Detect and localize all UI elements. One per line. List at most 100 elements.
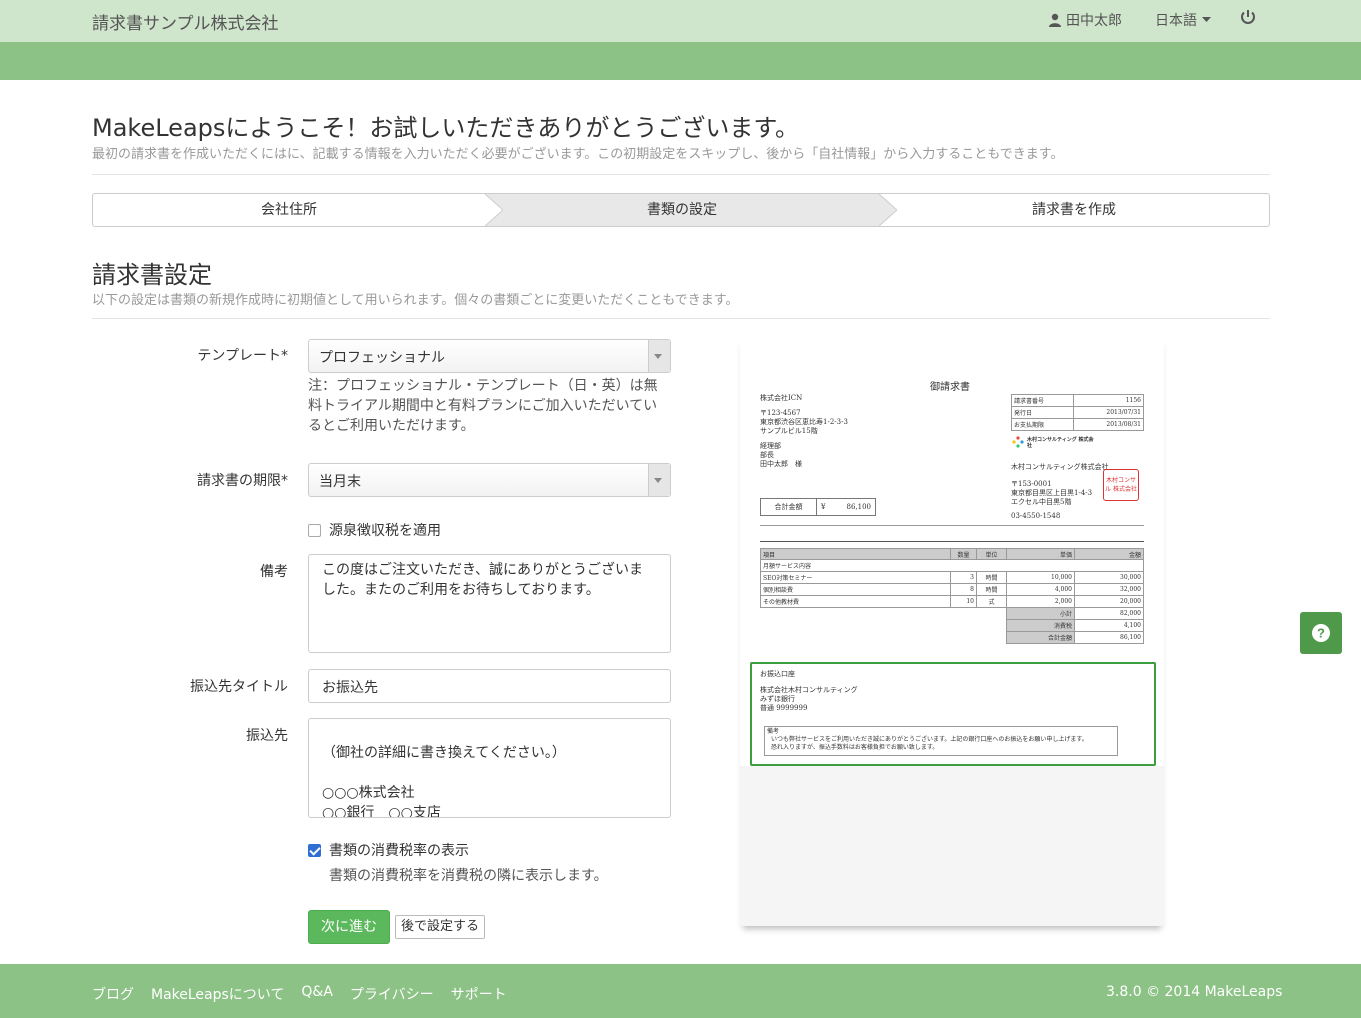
meta-value: 2013/07/31	[1072, 406, 1145, 419]
bank-line: 株式会社木村コンサルティング	[760, 686, 858, 694]
client-line: 〒123-4567	[760, 409, 801, 417]
next-button[interactable]: 次に進む	[308, 910, 390, 944]
language-dropdown[interactable]: 日本語	[1155, 10, 1211, 30]
remarks-textarea[interactable]: この度はご注文いただき、誠にありがとうございました。またのご利用をお待ちしており…	[308, 554, 671, 653]
item-unit: 式	[976, 595, 1007, 608]
footer-link-qa[interactable]: Q&A	[301, 984, 333, 1004]
due-value: 当月末	[319, 474, 361, 490]
caret-down-icon	[654, 354, 662, 359]
skip-button[interactable]: 後で設定する	[395, 915, 485, 939]
user-name: 田中太郎	[1066, 13, 1122, 29]
tax-value: 4,100	[1074, 619, 1144, 632]
step-arrow-icon	[485, 194, 503, 226]
vendor-line: エクセル中目黒5階	[1011, 498, 1072, 506]
item-qty: 10	[950, 595, 977, 608]
item-unit: 時間	[976, 583, 1007, 596]
template-value: プロフェッショナル	[319, 350, 445, 366]
item-header: 金額	[1074, 548, 1144, 560]
item-amount: 20,000	[1074, 595, 1144, 608]
company-name[interactable]: 請求書サンプル株式会社	[92, 9, 279, 34]
caret-down-icon	[654, 478, 662, 483]
footer-link-support[interactable]: サポート	[451, 984, 507, 1004]
item-price: 10,000	[1006, 571, 1075, 584]
withholding-option[interactable]: 源泉徴収税を適用	[308, 520, 441, 540]
subtotal-value: 82,000	[1074, 607, 1144, 620]
vendor-line: 03-4550-1548	[1011, 512, 1061, 520]
item-unit: 時間	[976, 571, 1007, 584]
tax-rate-option[interactable]: 書類の消費税率の表示	[308, 840, 469, 860]
vendor-line: 〒153-0001	[1011, 480, 1052, 488]
transfer-textarea[interactable]: （御社の詳細に書き換えてください。） ○○○株式会社 ○○銀行 ○○支店	[308, 718, 671, 818]
preview-divider	[760, 541, 1144, 542]
subtotal-label: 小計	[1006, 607, 1075, 620]
header-band	[0, 42, 1361, 80]
client-line: 部長	[760, 451, 774, 459]
meta-key: お支払期限	[1011, 418, 1074, 431]
step-create-invoice[interactable]: 請求書を作成	[879, 194, 1269, 226]
preview-vendor-block: 木村コンサルティング株式会社 〒153-0001 東京都目黒区上目黒1-4-3 …	[1011, 463, 1109, 521]
grand-total-label: 合計金額	[1006, 631, 1075, 644]
total-value: 86,100	[846, 503, 872, 511]
section-title: 請求書設定	[92, 261, 212, 289]
item-name: SEO対策セミナー	[760, 571, 951, 584]
meta-key: 発行日	[1011, 406, 1074, 419]
help-button[interactable]: ?	[1300, 612, 1342, 654]
transfer-label: 振込先	[246, 728, 288, 744]
preview-bank-section: お振込口座 株式会社木村コンサルティング みずほ銀行 普通 9999999 備考…	[750, 662, 1156, 766]
welcome-title: MakeLeapsにようこそ！お試しいただきありがとうございます。	[92, 114, 799, 142]
withholding-checkbox[interactable]	[308, 523, 321, 537]
template-select[interactable]: プロフェッショナル	[308, 339, 671, 373]
client-line: 経理部	[760, 442, 781, 450]
due-select[interactable]: 当月末	[308, 463, 671, 497]
step-document-settings[interactable]: 書類の設定	[485, 194, 879, 226]
invoice-preview: 御請求書 株式会社ICN 〒123-4567 東京都渋谷区恵比寿1-2-3-3 …	[740, 336, 1164, 926]
meta-value: 1156	[1072, 394, 1145, 407]
bank-line: 普通 9999999	[760, 704, 808, 712]
preview-client-block: 株式会社ICN 〒123-4567 東京都渋谷区恵比寿1-2-3-3 サンプルビ…	[760, 394, 848, 469]
footer-link-privacy[interactable]: プライバシー	[350, 984, 434, 1004]
footer-link-blog[interactable]: ブログ	[92, 984, 134, 1004]
preview-doc-title: 御請求書	[930, 382, 970, 393]
footer-link-about[interactable]: MakeLeapsについて	[151, 984, 284, 1004]
tax-rate-checkbox[interactable]	[308, 843, 321, 857]
section-subtitle: 以下の設定は書類の新規作成時に初期値として用いられます。個々の書類ごとに変更いた…	[92, 293, 739, 308]
transfer-title-input[interactable]: お振込先	[308, 669, 671, 703]
vendor-line: 木村コンサルティング株式会社	[1011, 463, 1109, 471]
tax-label: 消費税	[1006, 619, 1075, 632]
preview-meta-table: 請求書番号 1156 発行日 2013/07/31 お支払期限 2013/08/31	[1011, 394, 1145, 431]
total-currency: ¥	[821, 503, 826, 511]
preview-divider	[760, 525, 1144, 526]
step-company-address[interactable]: 会社住所	[93, 194, 485, 226]
grand-total-value: 86,100	[1074, 631, 1144, 644]
power-icon[interactable]	[1239, 8, 1257, 26]
company-stamp: 木村コンサル 株式会社	[1103, 469, 1139, 501]
item-header: 単価	[1006, 548, 1075, 560]
svg-text:?: ?	[1317, 626, 1325, 641]
item-name: 個別相談費	[760, 583, 951, 596]
transfer-title-label: 振込先タイトル	[190, 679, 288, 695]
divider	[92, 174, 1270, 175]
language-label: 日本語	[1155, 13, 1197, 29]
bank-line: みずほ銀行	[760, 695, 795, 703]
tax-rate-help: 書類の消費税率を消費税の隣に表示します。	[329, 868, 608, 884]
setup-steps: 会社住所 書類の設定 請求書を作成	[92, 193, 1270, 227]
note-line: いつも弊社サービスをご利用いただき誠にありがとうございます。上記の銀行口座へのお…	[771, 736, 1088, 743]
client-line: 株式会社ICN	[760, 394, 803, 402]
item-amount: 32,000	[1074, 583, 1144, 596]
withholding-label: 源泉徴収税を適用	[329, 523, 441, 539]
total-value-cell: ¥ 86,100	[817, 499, 875, 515]
preview-paper: 御請求書 株式会社ICN 〒123-4567 東京都渋谷区恵比寿1-2-3-3 …	[740, 336, 1164, 766]
tax-rate-label: 書類の消費税率の表示	[329, 843, 469, 859]
item-qty: 8	[950, 583, 977, 596]
note-title: 備考	[767, 728, 780, 735]
top-navbar: 請求書サンプル株式会社 田中太郎 日本語	[0, 0, 1361, 42]
template-label: テンプレート*	[197, 348, 288, 364]
bank-title: お振込口座	[760, 670, 795, 678]
select-arrow	[648, 340, 670, 372]
footer-copyright: 3.8.0 © 2014 MakeLeaps	[1106, 984, 1283, 1000]
preview-note-box: 備考 いつも弊社サービスをご利用いただき誠にありがとうございます。上記の銀行口座…	[764, 726, 1118, 756]
user-menu[interactable]: 田中太郎	[1048, 10, 1122, 30]
preview-total-box: 合計金額 ¥ 86,100	[760, 498, 876, 516]
item-price: 4,000	[1006, 583, 1075, 596]
footer-links: ブログ MakeLeapsについて Q&A プライバシー サポート	[92, 984, 507, 1004]
